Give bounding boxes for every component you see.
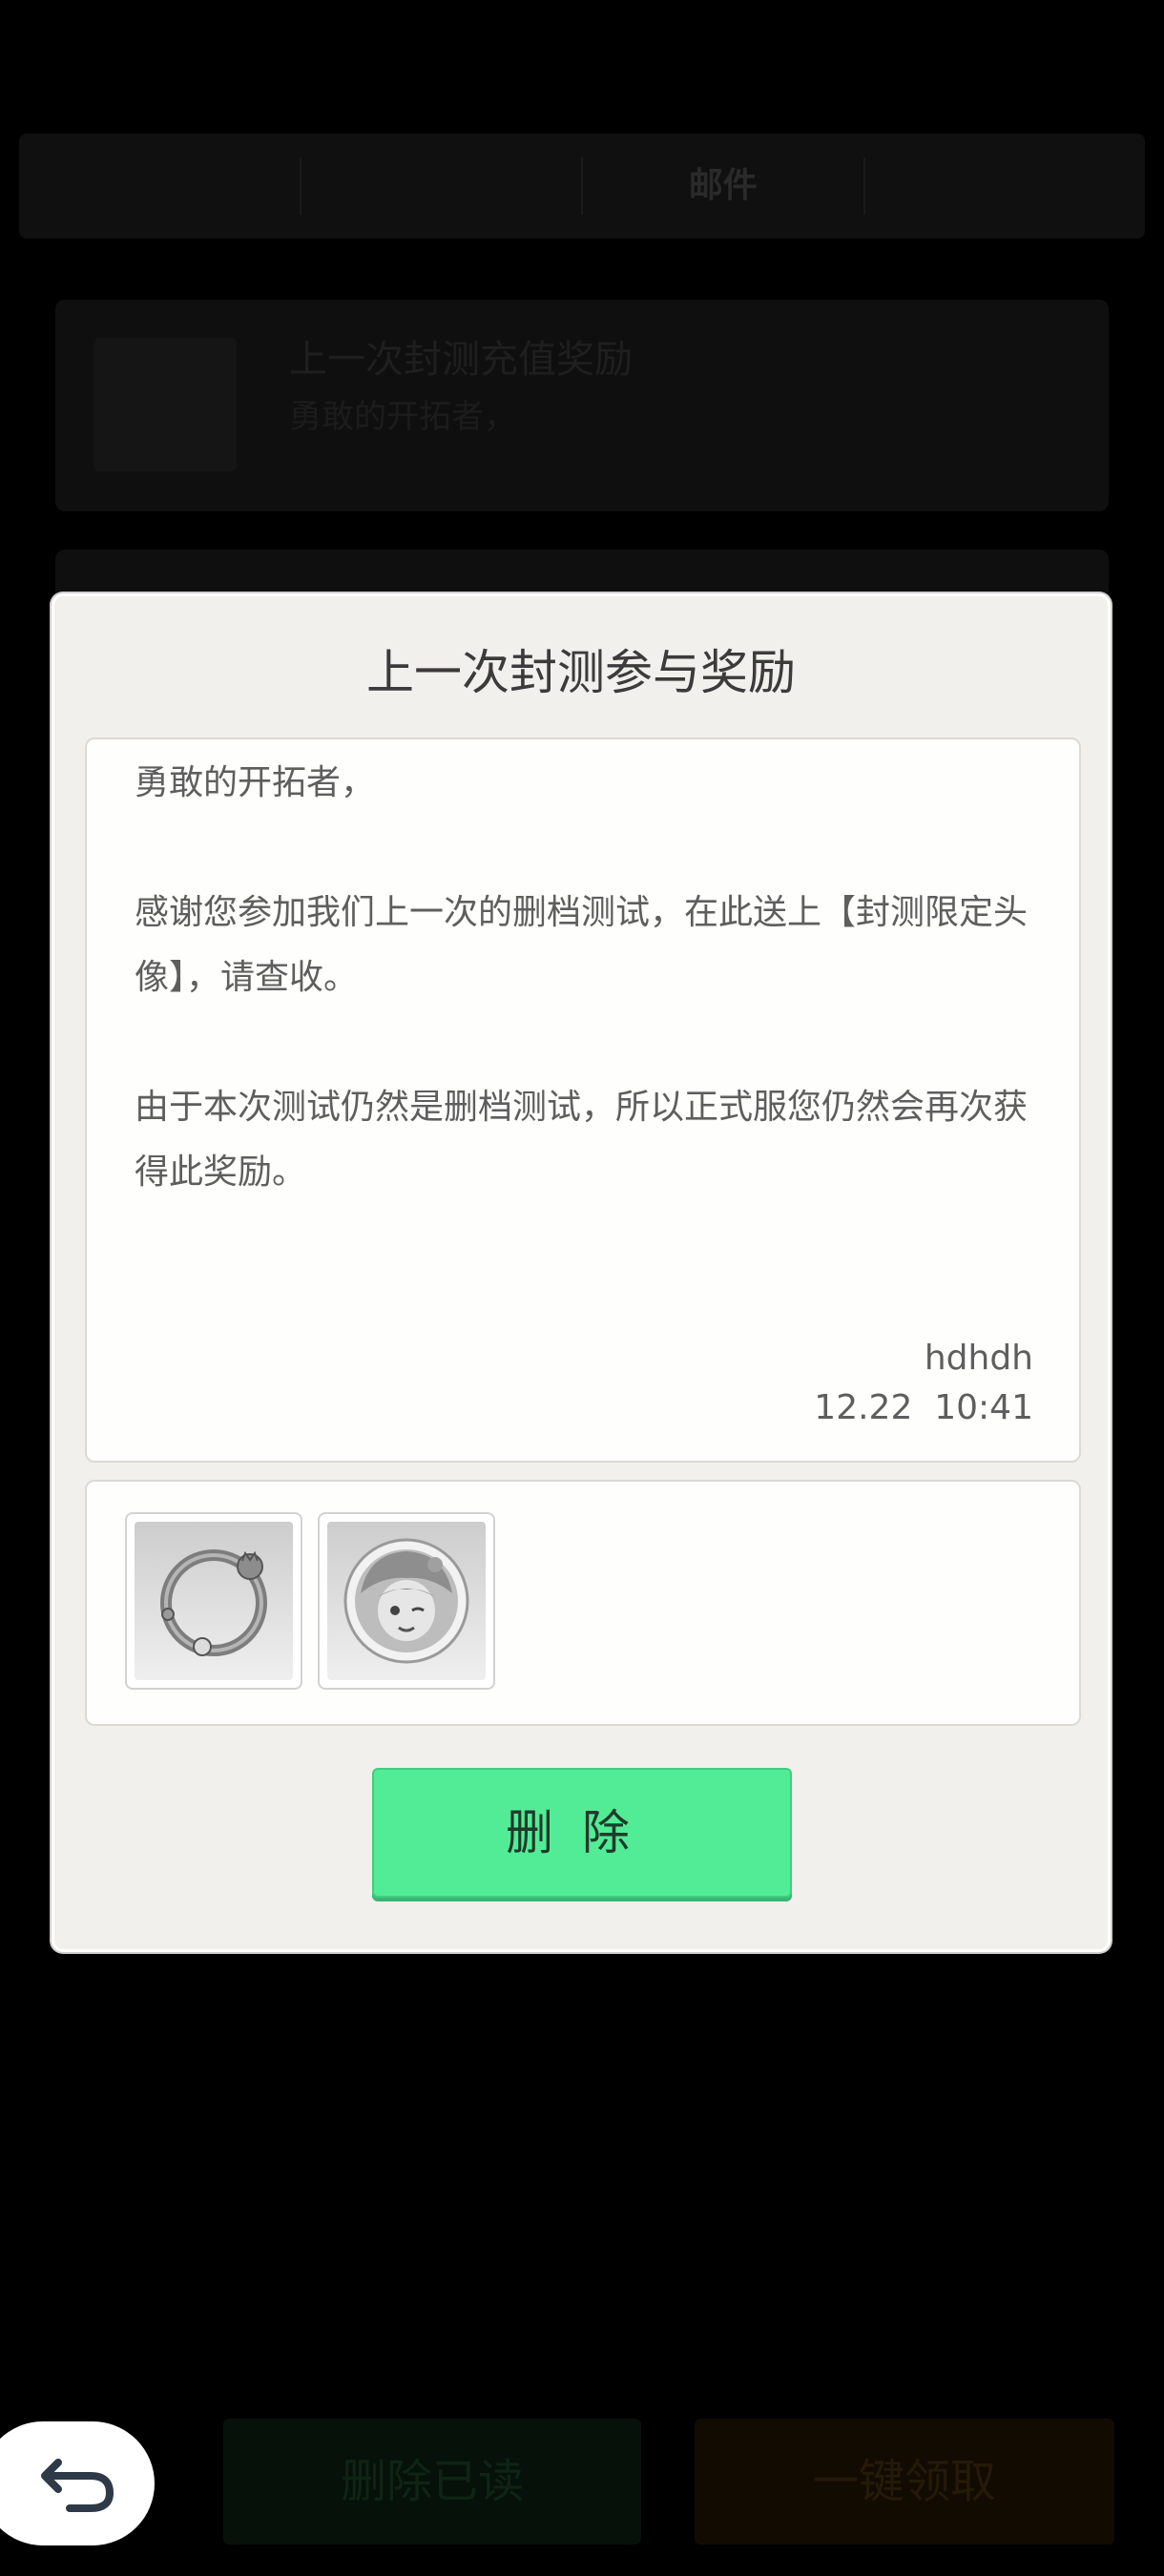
delete-button[interactable]: 删除 (372, 1768, 792, 1898)
tab-2 (301, 157, 583, 215)
attachments-panel (85, 1480, 1081, 1726)
back-button[interactable] (0, 2421, 155, 2545)
attachment-item[interactable] (318, 1512, 495, 1690)
tab-4 (865, 157, 1146, 215)
tab-1 (19, 157, 301, 215)
claim-all-button: 一键领取 (695, 2419, 1114, 2545)
mail-paragraph-1: 感谢您参加我们上一次的删档测试，在此送上【封测限定头像】，请查收。 (135, 893, 1029, 997)
delete-read-button: 删除已读 (223, 2419, 641, 2545)
mail-datetime: 12.22 10:41 (814, 1388, 1033, 1427)
tab-bar: 邮件 (19, 134, 1145, 239)
character-avatar-icon (343, 1538, 469, 1664)
dialog-title: 上一次封测参与奖励 (366, 645, 796, 700)
mail-title: 上一次封测充值奖励 (289, 338, 633, 382)
mail-list-item: 上一次封测充值奖励 勇敢的开拓者， (55, 300, 1109, 511)
mail-sender: hdhdh (924, 1339, 1033, 1378)
mail-dialog: 上一次封测参与奖励 勇敢的开拓者， 感谢您参加我们上一次的删档测试，在此送上【封… (52, 593, 1111, 1952)
avatar-frame-icon (160, 1549, 267, 1656)
attachment-item[interactable] (125, 1512, 302, 1690)
mail-body: 勇敢的开拓者， 感谢您参加我们上一次的删档测试，在此送上【封测限定头像】，请查收… (85, 737, 1081, 1463)
tab-mail: 邮件 (583, 157, 865, 215)
mail-thumbnail (94, 338, 237, 471)
undo-arrow-icon (41, 2459, 114, 2512)
mail-paragraph-2: 由于本次测试仍然是删档测试，所以正式服您仍然会再次获得此奖励。 (135, 1088, 1029, 1192)
mail-greeting: 勇敢的开拓者， (135, 763, 376, 802)
mail-subtitle: 勇敢的开拓者， (289, 398, 516, 436)
